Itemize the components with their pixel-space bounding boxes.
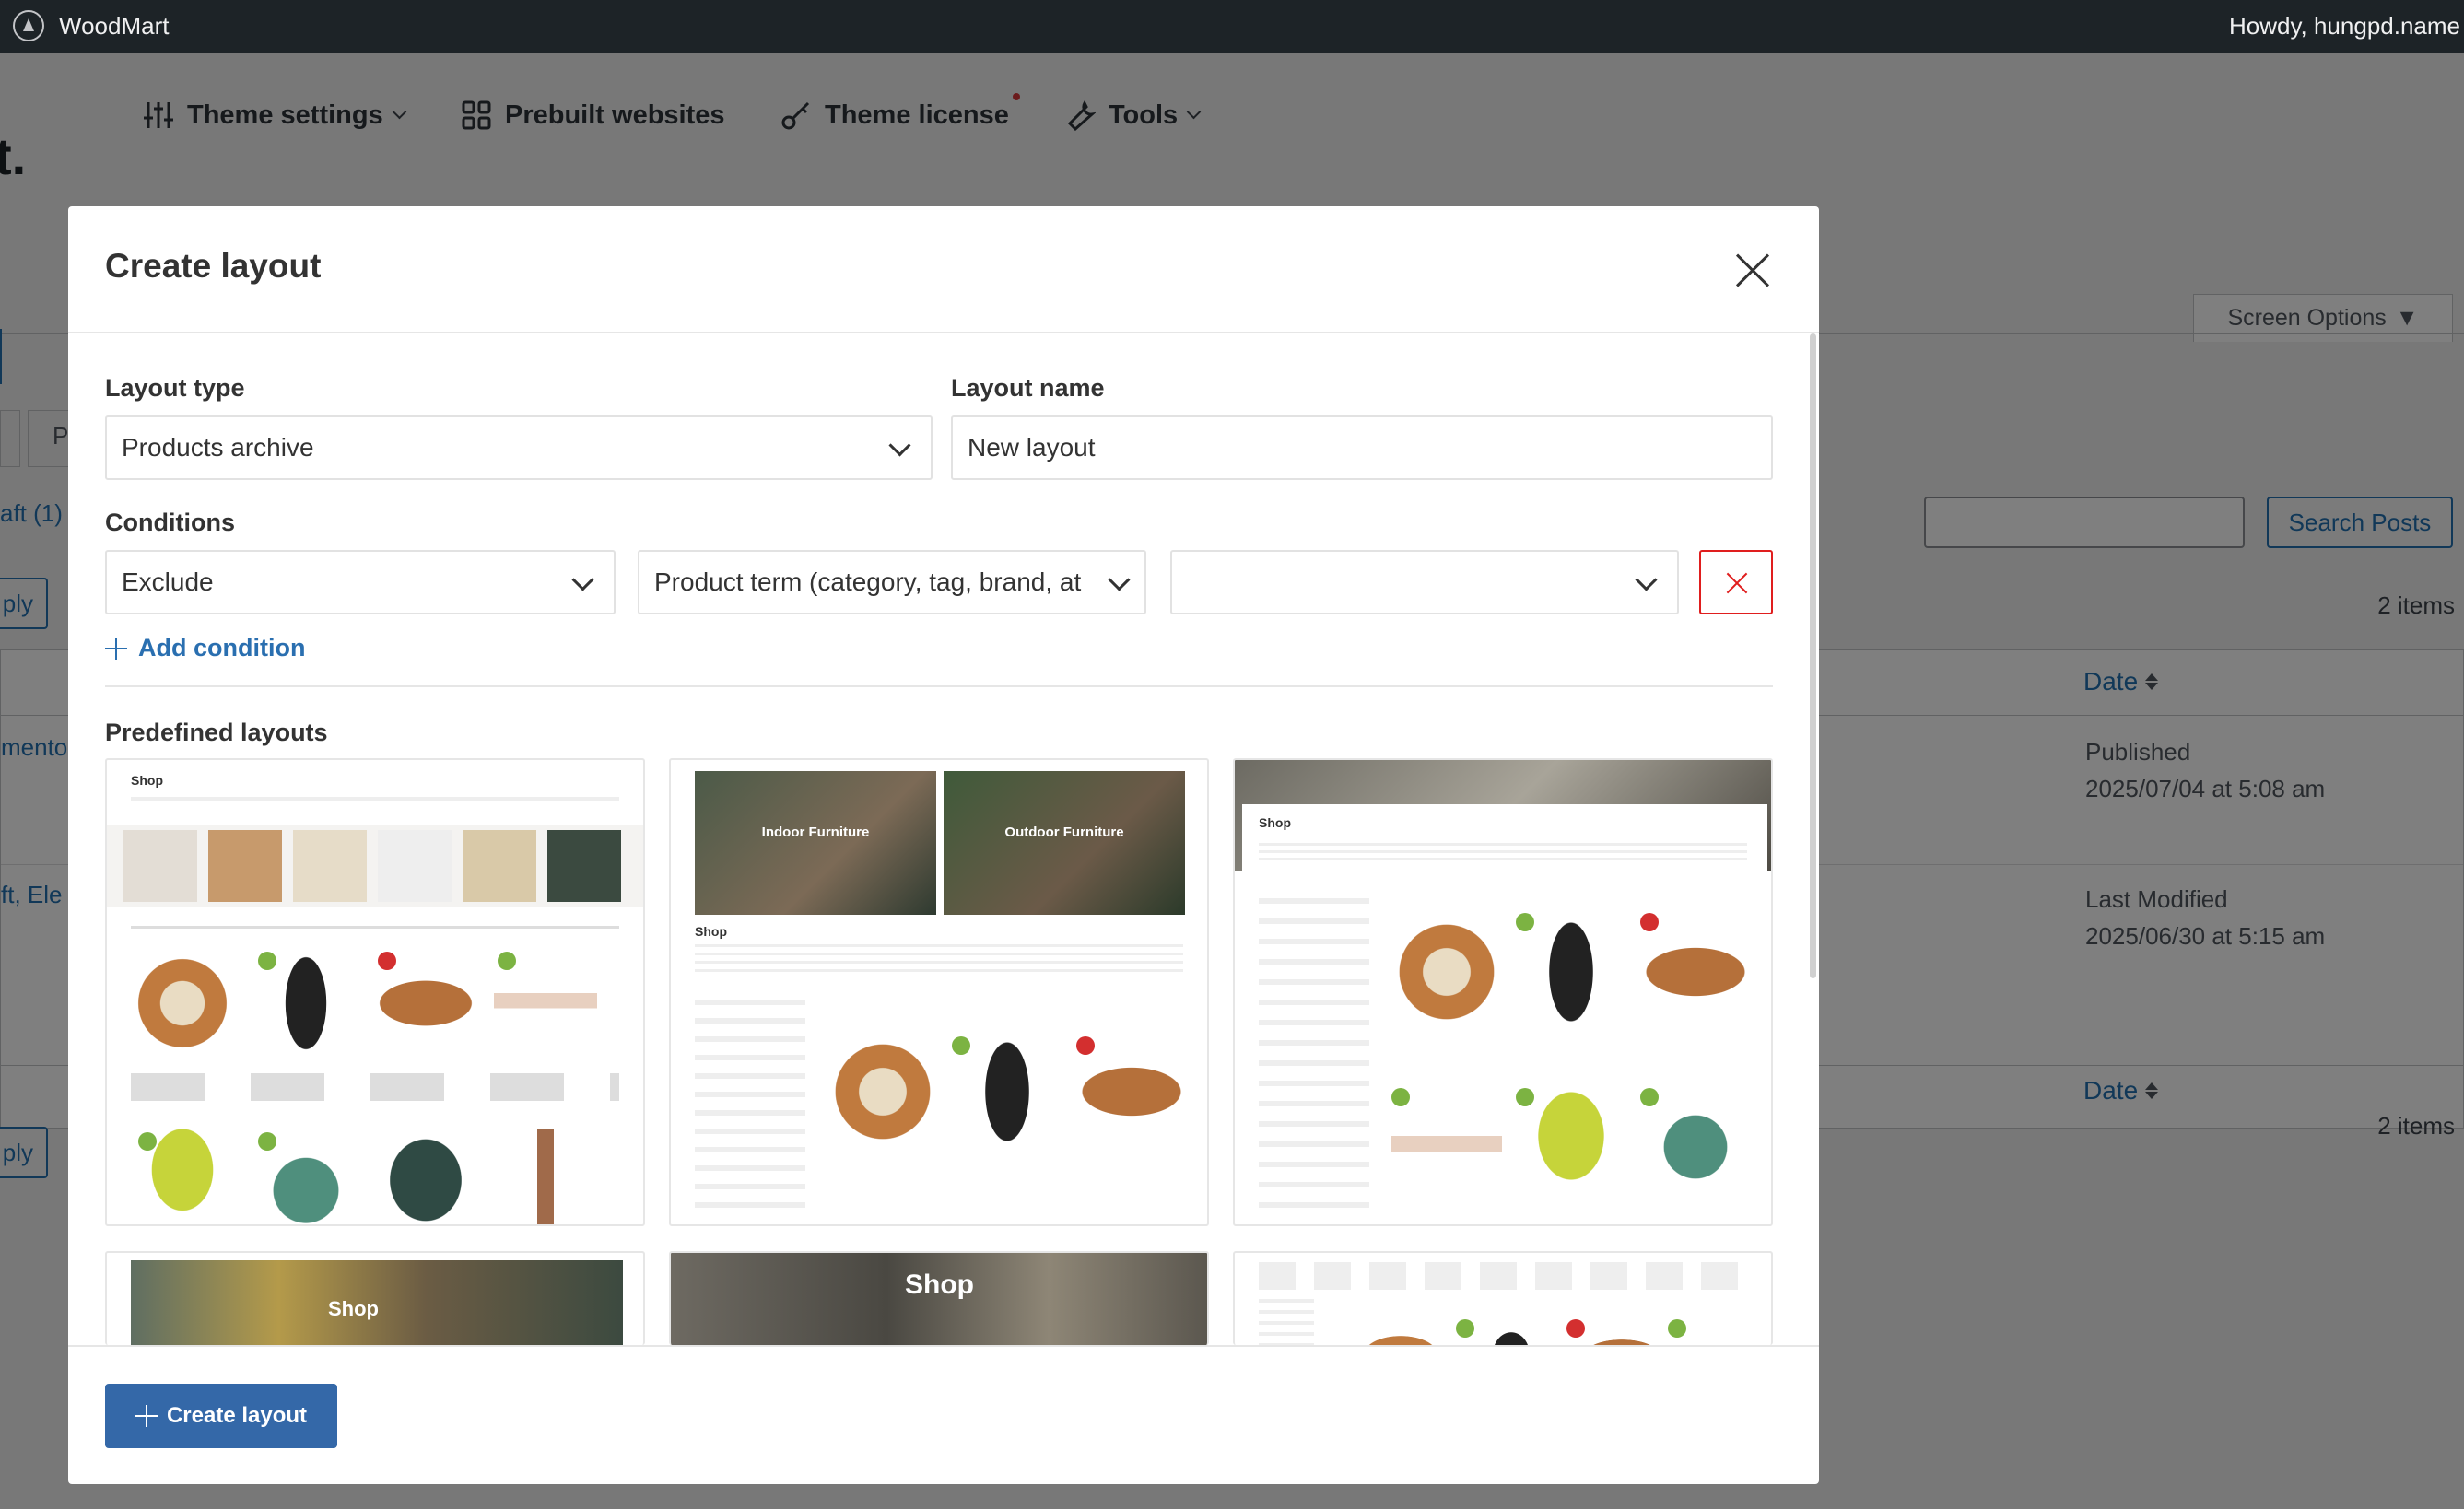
layout-name-input[interactable]: New layout [951, 415, 1773, 480]
product-image [131, 952, 234, 1055]
chevron-down-icon [571, 568, 594, 591]
product-image [1576, 1317, 1668, 1345]
condition-comparison-select[interactable]: Exclude [105, 550, 616, 614]
product-image [952, 1036, 1062, 1147]
product-image [494, 1129, 597, 1224]
category-strip [107, 825, 643, 907]
scrollbar[interactable] [1810, 333, 1816, 978]
product-image [1516, 917, 1626, 1027]
condition-value-select[interactable] [1170, 550, 1679, 614]
product-image [1391, 917, 1502, 1027]
modal-title: Create layout [105, 247, 322, 285]
product-image [1076, 1036, 1187, 1147]
conditions-label: Conditions [105, 509, 235, 536]
wordpress-logo-icon[interactable] [13, 10, 44, 41]
product-image [1391, 1092, 1502, 1202]
plus-icon [105, 637, 127, 660]
layout-thumbnail[interactable]: Indoor Furniture Outdoor Furniture Shop [669, 758, 1209, 1226]
banner-image [695, 771, 936, 915]
product-image [1355, 1317, 1447, 1345]
add-condition-button[interactable]: Add condition [105, 634, 305, 662]
product-image [1640, 917, 1751, 1027]
admin-bar: WoodMart Howdy, hungpd.name [0, 0, 2464, 53]
divider [68, 1345, 1819, 1347]
product-image [827, 1036, 938, 1147]
layout-thumbnail[interactable]: Shop [1233, 758, 1773, 1226]
condition-type-select[interactable]: Product term (category, tag, brand, at [638, 550, 1146, 614]
layout-type-label: Layout type [105, 374, 245, 402]
product-image [374, 1129, 477, 1224]
layout-name-label: Layout name [951, 374, 1105, 402]
close-icon[interactable] [1734, 252, 1771, 289]
layout-thumbnail[interactable]: Shop [105, 1251, 645, 1345]
filter-sidebar [1259, 898, 1369, 1211]
filter-sidebar [695, 1000, 805, 1221]
layout-type-select[interactable]: Products archive [105, 415, 933, 480]
plus-icon [135, 1405, 158, 1427]
chevron-down-icon [888, 434, 911, 457]
product-image [1465, 1317, 1557, 1345]
user-greeting[interactable]: Howdy, hungpd.name [2229, 12, 2460, 41]
modal-header: Create layout [68, 206, 1819, 333]
remove-condition-button[interactable] [1699, 550, 1773, 614]
product-image [1640, 1092, 1751, 1202]
banner-image [944, 771, 1185, 915]
layout-thumbnail[interactable]: Shop [105, 758, 645, 1226]
site-name-link[interactable]: WoodMart [59, 12, 169, 41]
layout-thumbnail[interactable] [1233, 1251, 1773, 1345]
create-layout-button[interactable]: Create layout [105, 1384, 337, 1448]
layout-thumbnail[interactable]: Shop [669, 1251, 1209, 1345]
create-layout-modal: Create layout Layout type Products archi… [68, 206, 1819, 1484]
product-image [1516, 1092, 1626, 1202]
divider [105, 685, 1773, 687]
chevron-down-icon [1635, 568, 1658, 591]
predefined-layouts-label: Predefined layouts [105, 719, 328, 746]
